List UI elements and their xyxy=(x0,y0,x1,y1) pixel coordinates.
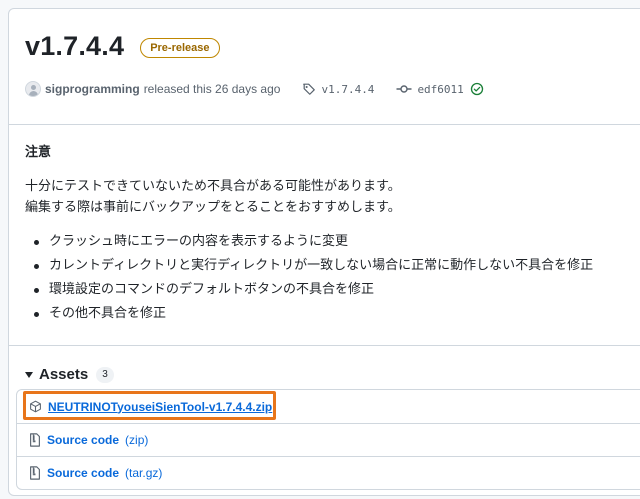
notes-paragraph: 十分にテストできていないため不具合がある可能性があります。 編集する際は事前にバ… xyxy=(25,176,631,218)
file-zip-icon xyxy=(30,433,40,447)
file-zip-icon xyxy=(30,466,40,480)
commit-sha: edf6011 xyxy=(417,82,464,96)
list-item: クラッシュ時にエラーの内容を表示するように変更 xyxy=(25,230,631,254)
verified-check-icon[interactable] xyxy=(470,82,484,96)
release-header: v1.7.4.4 Pre-release sigprogramming rele… xyxy=(9,9,640,125)
assets-list: NEUTRINOTyouseiSienTool-v1.7.4.4.zip Sou… xyxy=(16,389,640,490)
source-code-zip-link[interactable]: Source code xyxy=(47,433,119,447)
tag-link[interactable]: v1.7.4.4 xyxy=(302,82,374,96)
list-item: その他不具合を修正 xyxy=(25,302,631,326)
commit-link[interactable]: edf6011 xyxy=(396,82,483,96)
asset-row[interactable]: Source code (tar.gz) xyxy=(17,456,640,489)
source-code-targz-link[interactable]: Source code xyxy=(47,466,119,480)
list-item: 環境設定のコマンドのデフォルトボタンの不具合を修正 xyxy=(25,278,631,302)
avatar[interactable] xyxy=(25,81,41,97)
asset-format-label: (tar.gz) xyxy=(125,466,163,480)
notes-paragraph-line: 十分にテストできていないため不具合がある可能性があります。 xyxy=(25,179,401,194)
assets-toggle[interactable]: Assets 3 xyxy=(25,366,114,383)
tag-label: v1.7.4.4 xyxy=(321,82,375,96)
list-item: カレントディレクトリと実行ディレクトリが一致しない場合に正常に動作しない不具合を… xyxy=(25,254,631,278)
asset-row[interactable]: Source code (zip) xyxy=(17,423,640,456)
notes-paragraph-line: 編集する際は事前にバックアップをとることをおすすめします。 xyxy=(25,200,401,215)
caret-down-icon xyxy=(25,372,33,378)
release-notes: 注意 十分にテストできていないため不具合がある可能性があります。 編集する際は事… xyxy=(25,141,631,326)
release-meta: sigprogramming released this 26 days ago… xyxy=(25,81,484,97)
released-text: released this 26 days ago xyxy=(143,82,281,96)
tag-icon xyxy=(303,83,316,95)
asset-row[interactable]: NEUTRINOTyouseiSienTool-v1.7.4.4.zip xyxy=(17,390,640,423)
notes-heading: 注意 xyxy=(25,145,52,160)
release-title[interactable]: v1.7.4.4 xyxy=(25,31,124,62)
prerelease-badge: Pre-release xyxy=(140,38,220,58)
package-icon xyxy=(30,400,41,413)
title-row: v1.7.4.4 Pre-release xyxy=(25,31,220,62)
asset-format-label: (zip) xyxy=(125,433,149,447)
changes-list: クラッシュ時にエラーの内容を表示するように変更 カレントディレクトリと実行ディレ… xyxy=(25,230,631,326)
assets-title: Assets xyxy=(39,366,89,383)
assets-count-badge: 3 xyxy=(96,366,114,383)
author-link[interactable]: sigprogramming xyxy=(45,82,140,96)
asset-download-link[interactable]: NEUTRINOTyouseiSienTool-v1.7.4.4.zip xyxy=(48,400,272,414)
assets-divider xyxy=(9,345,640,346)
git-commit-icon xyxy=(396,85,412,93)
